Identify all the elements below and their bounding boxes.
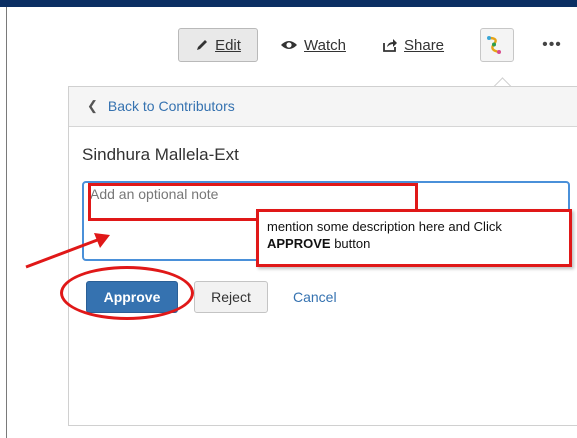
annotation-callout: mention some description here and Click … [256,209,572,267]
callout-text: mention some description here and Click [267,219,502,234]
callout-suffix: button [330,236,371,251]
annotation-circle-approve [60,266,194,320]
callout-emphasis: APPROVE [267,236,331,251]
